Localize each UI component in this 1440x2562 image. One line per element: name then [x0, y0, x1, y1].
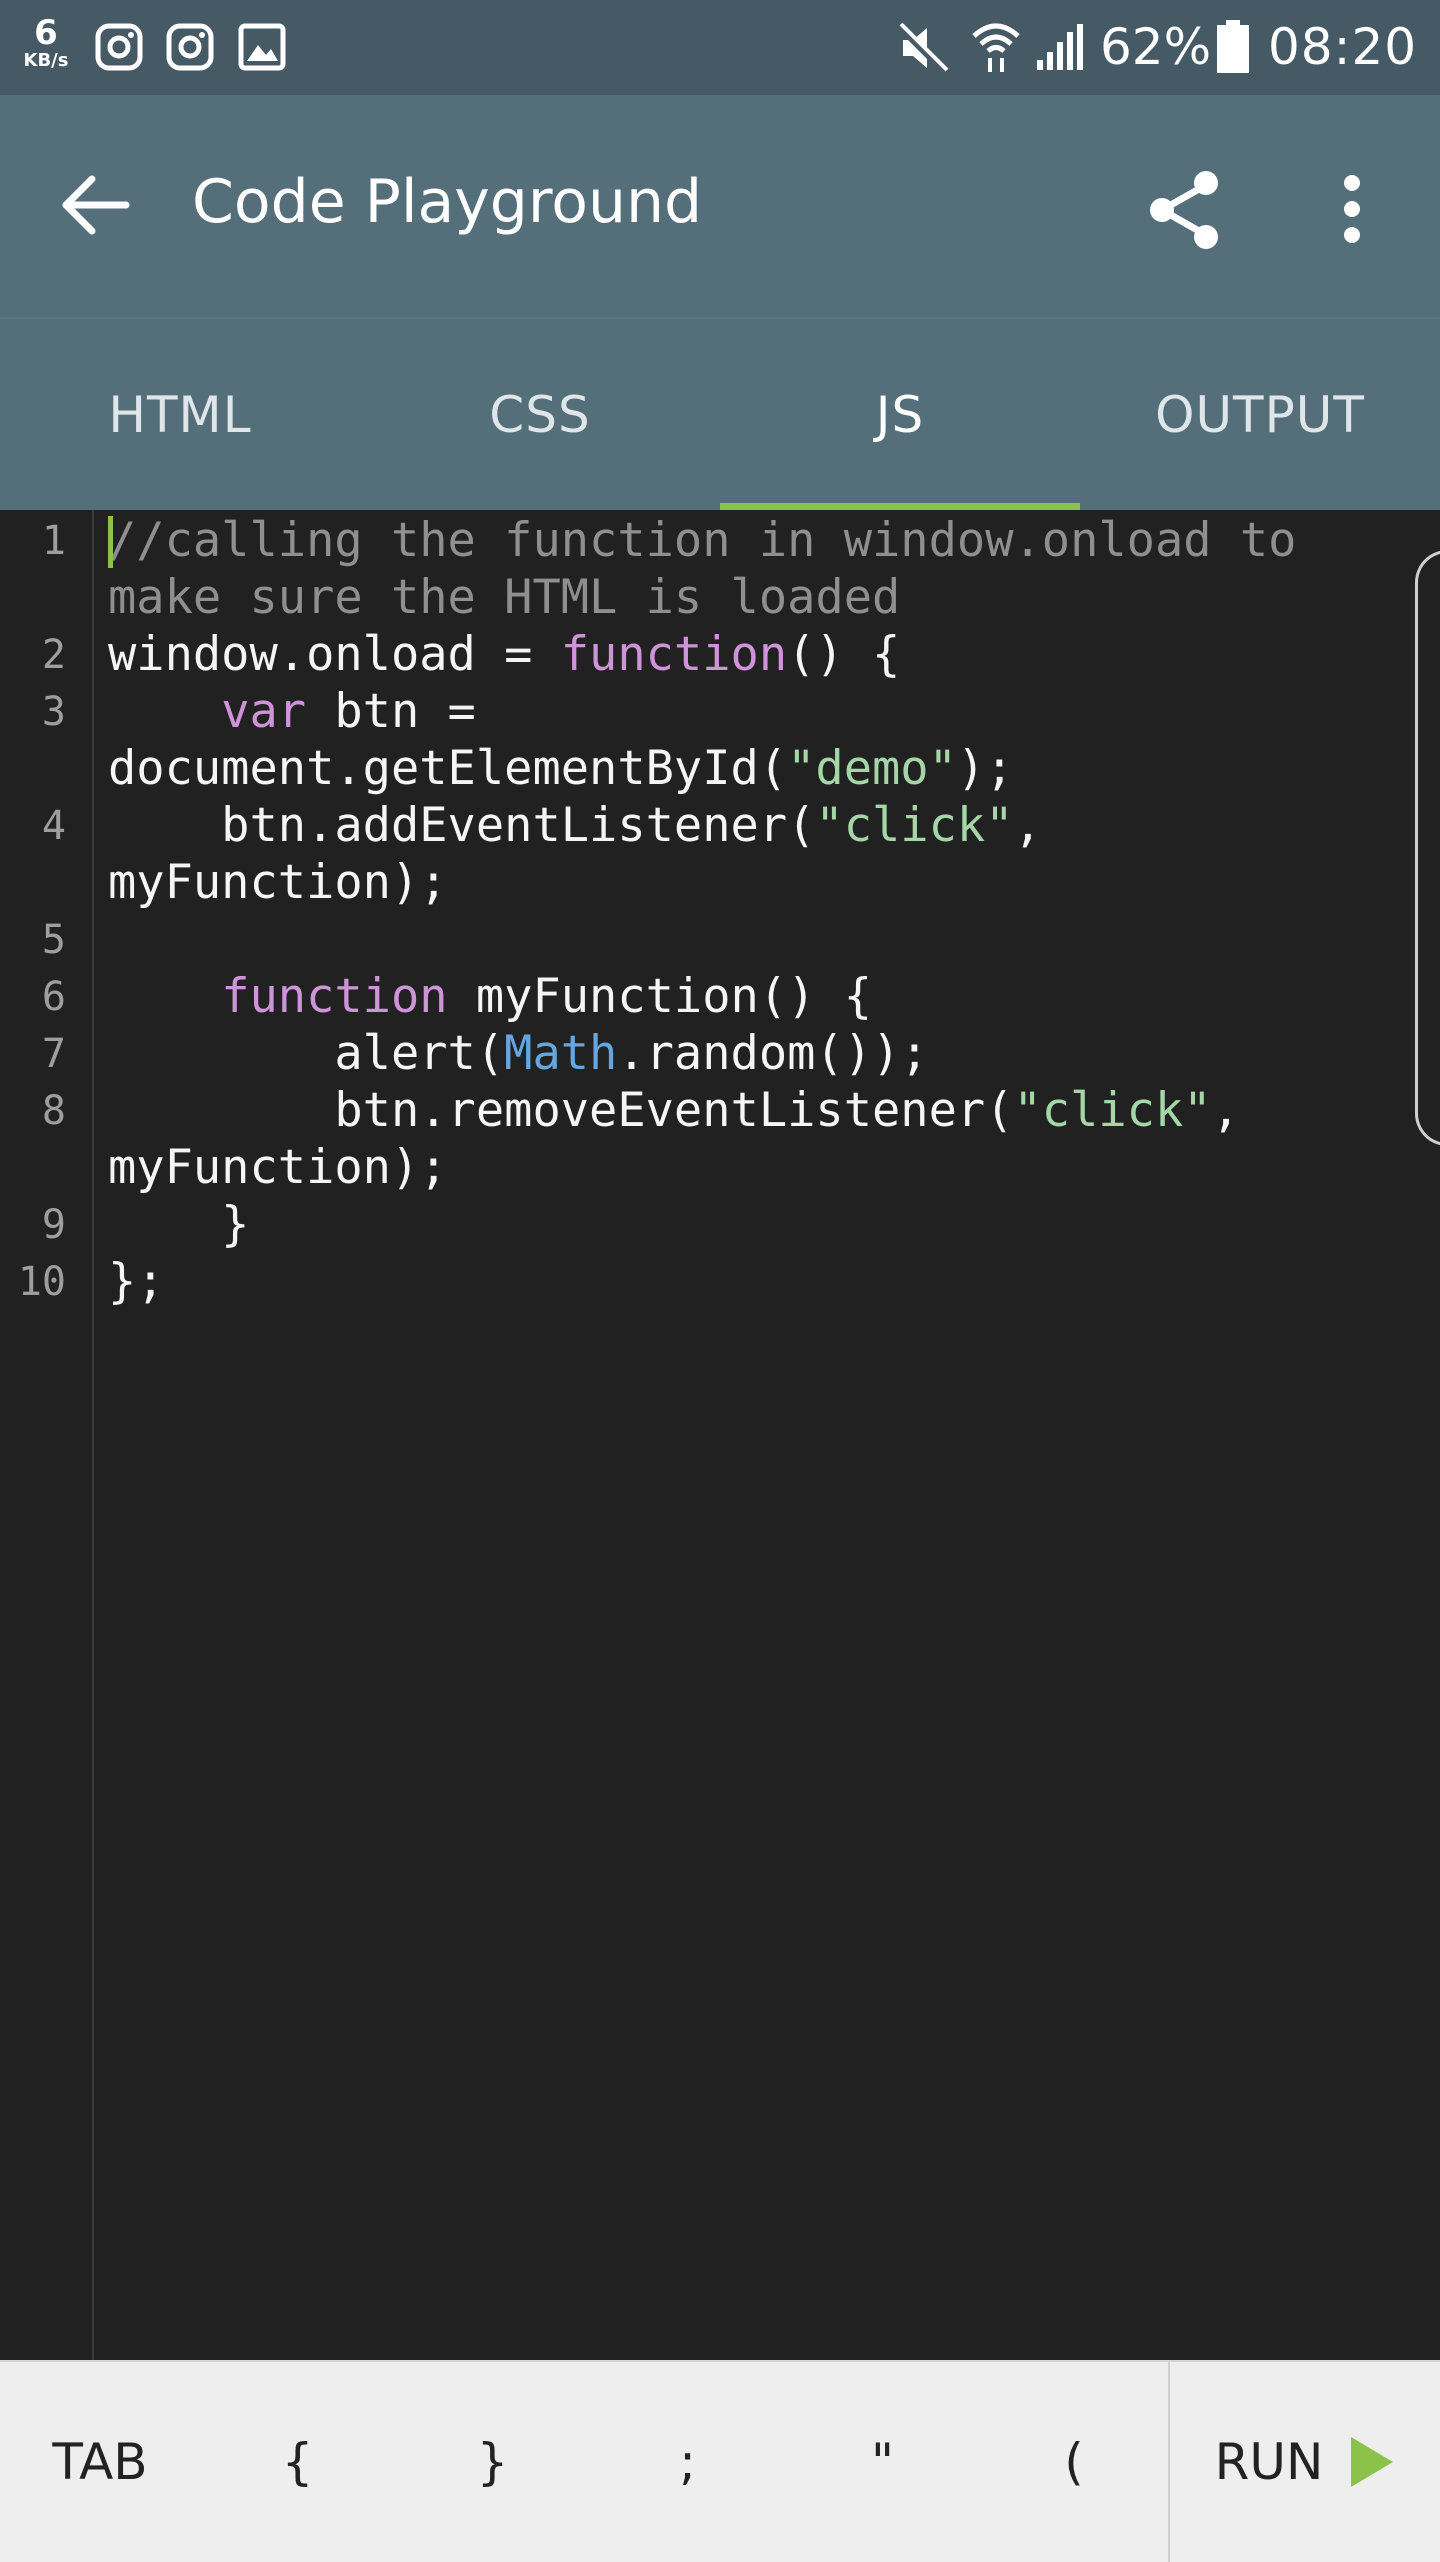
code-token: ,	[1013, 798, 1042, 853]
code-line: myFunction);	[108, 1139, 1408, 1196]
code-token: "demo"	[787, 741, 957, 796]
tab-output[interactable]: OUTPUT	[1080, 320, 1440, 510]
code-token: myFunction);	[108, 855, 448, 910]
code-token: //calling the function in window.onload …	[108, 513, 1297, 568]
network-speed: 6 KB/s	[18, 16, 74, 70]
code-token: );	[956, 741, 1014, 796]
code-token: Math	[504, 1026, 618, 1081]
line-number: 4	[41, 803, 66, 849]
code-token: var	[221, 684, 307, 739]
line-number: 6	[41, 974, 66, 1020]
code-line: var btn =	[108, 683, 1408, 740]
line-number: 2	[41, 632, 66, 678]
code-token: "click"	[815, 798, 1014, 853]
code-line: };	[108, 1253, 1408, 1310]
gutter-divider	[92, 510, 94, 2360]
instagram-icon	[95, 23, 143, 75]
share-icon	[1150, 171, 1218, 249]
tab-html[interactable]: HTML	[0, 320, 360, 510]
code-token: "click"	[1013, 1083, 1212, 1138]
code-token: window.onload =	[108, 627, 561, 682]
line-number: 9	[41, 1202, 66, 1248]
key-quote[interactable]: "	[785, 2362, 980, 2562]
line-number: 1	[41, 518, 66, 564]
status-bar: 6 KB/s 62% 08:20	[0, 0, 1440, 95]
code-token: function	[560, 627, 788, 682]
key-semicolon[interactable]: ;	[590, 2362, 785, 2562]
back-button[interactable]	[56, 165, 136, 245]
bottom-key-bar: TAB { } ; " ( RUN	[0, 2360, 1440, 2562]
code-line: alert(Math.random());	[108, 1025, 1408, 1082]
code-line: btn.addEventListener("click",	[108, 797, 1408, 854]
code-token: make sure the HTML is loaded	[108, 570, 901, 625]
code-line: window.onload = function() {	[108, 626, 1408, 683]
code-line: function myFunction() {	[108, 968, 1408, 1025]
tab-bar: HTML CSS JS OUTPUT	[0, 320, 1440, 510]
line-number: 8	[41, 1088, 66, 1134]
code-area[interactable]: //calling the function in window.onload …	[108, 512, 1408, 1310]
scroll-edge-indicator	[1415, 550, 1440, 1146]
code-token: myFunction() {	[447, 969, 873, 1024]
more-vertical-icon	[1344, 175, 1360, 243]
arrow-left-icon	[62, 175, 130, 235]
battery-icon	[1216, 20, 1250, 78]
share-button[interactable]	[1140, 165, 1230, 255]
code-token: btn.addEventListener(	[108, 798, 816, 853]
code-token: btn.removeEventListener(	[108, 1083, 1014, 1138]
code-line: }	[108, 1196, 1408, 1253]
tab-js[interactable]: JS	[720, 320, 1080, 510]
code-line: myFunction);	[108, 854, 1408, 911]
line-number: 5	[41, 917, 66, 963]
code-token: }	[108, 1197, 250, 1252]
code-editor[interactable]: 1 2 3 4 5 6 7 8 9 10 //calling the function in wi…	[0, 510, 1440, 2360]
tab-css[interactable]: CSS	[360, 320, 720, 510]
active-tab-indicator	[720, 503, 1080, 510]
mute-icon	[895, 20, 951, 80]
instagram-icon	[166, 23, 214, 75]
key-open-paren[interactable]: (	[980, 2362, 1168, 2562]
key-close-brace[interactable]: }	[395, 2362, 590, 2562]
network-speed-value: 6	[34, 13, 58, 53]
code-line: btn.removeEventListener("click",	[108, 1082, 1408, 1139]
code-token: document.getElementById(	[108, 741, 788, 796]
code-token: () {	[787, 627, 901, 682]
app-bar: Code Playground	[0, 95, 1440, 320]
key-tab[interactable]: TAB	[0, 2362, 200, 2562]
wifi-icon	[970, 18, 1022, 78]
play-icon	[1351, 2437, 1394, 2487]
overflow-menu-button[interactable]	[1328, 165, 1376, 255]
clock: 08:20	[1268, 18, 1418, 76]
gallery-icon	[238, 23, 286, 75]
code-line: document.getElementById("demo");	[108, 740, 1408, 797]
key-open-brace[interactable]: {	[200, 2362, 395, 2562]
code-token: .random());	[617, 1026, 929, 1081]
network-speed-unit: KB/s	[23, 50, 69, 71]
battery-percentage: 62%	[1100, 18, 1212, 76]
app-bar-divider	[0, 317, 1440, 319]
signal-icon	[1035, 22, 1085, 76]
line-number: 10	[17, 1259, 66, 1305]
code-line: //calling the function in window.onload …	[108, 512, 1408, 569]
code-token: myFunction);	[108, 1140, 448, 1195]
code-token: btn =	[306, 684, 476, 739]
page-title: Code Playground	[192, 167, 703, 237]
code-token: function	[221, 969, 448, 1024]
text-cursor	[108, 516, 113, 568]
code-token: alert(	[108, 1026, 505, 1081]
run-button[interactable]: RUN	[1170, 2362, 1440, 2562]
line-number: 7	[41, 1031, 66, 1077]
code-line: make sure the HTML is loaded	[108, 569, 1408, 626]
code-token: };	[108, 1254, 165, 1309]
code-token: ,	[1211, 1083, 1240, 1138]
line-number: 3	[41, 689, 66, 735]
run-label: RUN	[1214, 2433, 1324, 2491]
